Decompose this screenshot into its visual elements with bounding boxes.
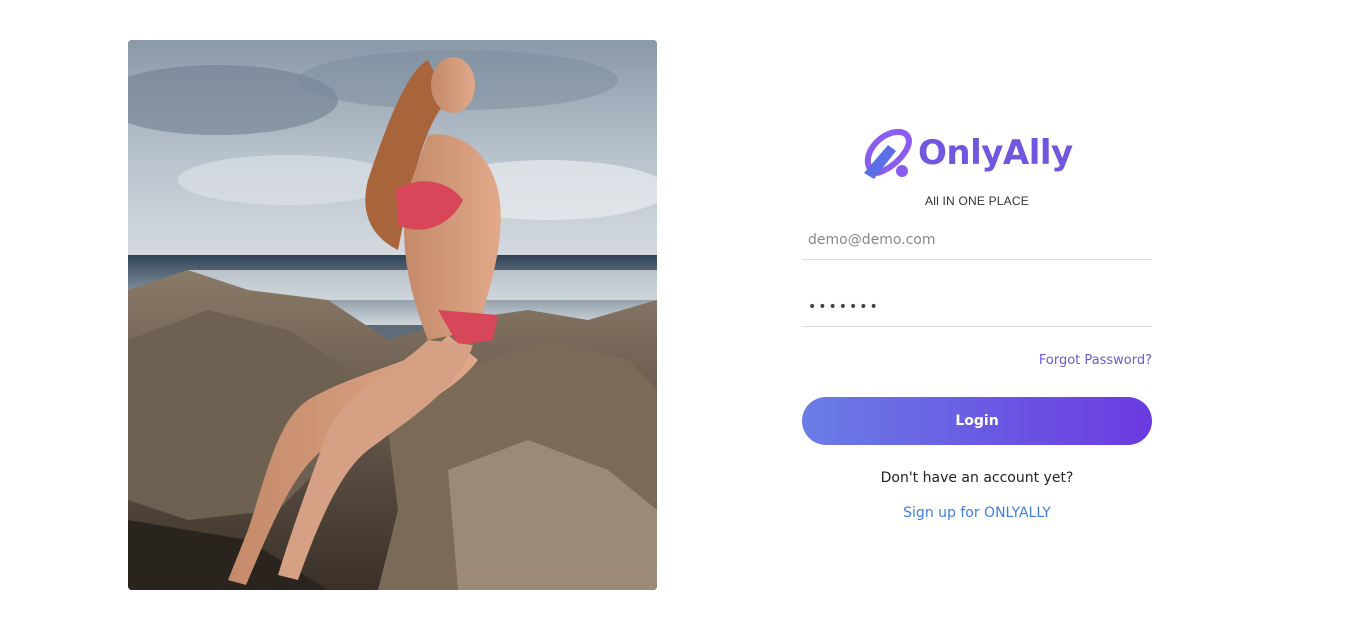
no-account-text: Don't have an account yet?	[880, 470, 1074, 486]
hero-image	[128, 40, 657, 590]
brand-name: OnlyAlly	[918, 133, 1073, 173]
login-button[interactable]: Login	[802, 397, 1152, 445]
forgot-password-link[interactable]: Forgot Password?	[1039, 353, 1152, 368]
signup-link[interactable]: Sign up for ONLYALLY	[802, 505, 1152, 521]
email-field[interactable]	[802, 220, 1152, 260]
brand-mark-icon	[864, 129, 912, 179]
brand-logo: OnlyAlly	[858, 123, 1098, 183]
password-field[interactable]	[802, 287, 1152, 327]
beach-rocks-photo	[128, 40, 657, 590]
brand-tagline: All IN ONE PLACE	[925, 194, 1029, 208]
